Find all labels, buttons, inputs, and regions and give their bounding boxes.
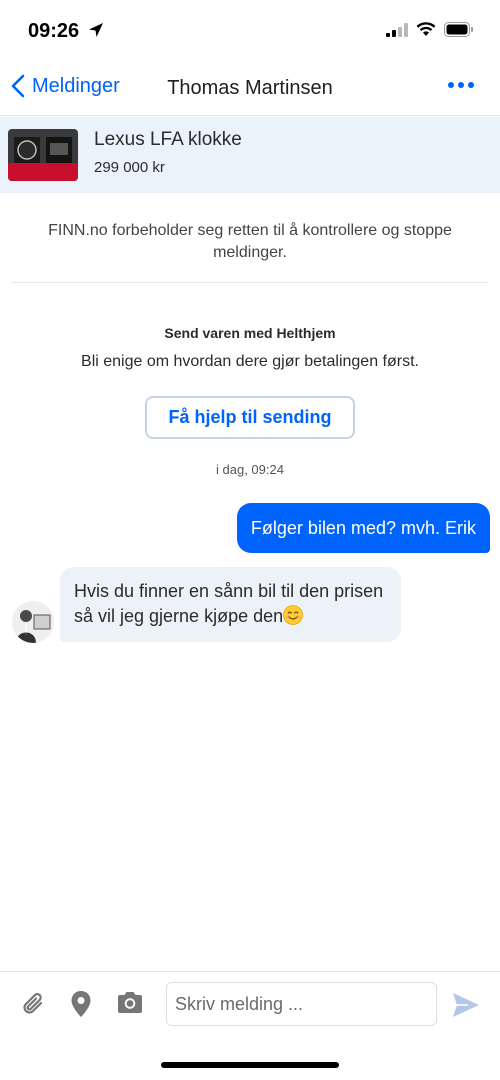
more-options-button[interactable] <box>448 82 474 88</box>
ad-thumbnail <box>8 129 78 181</box>
ad-card[interactable]: Lexus LFA klokke 299 000 kr <box>0 117 500 193</box>
navigation-bar: Meldinger Thomas Martinsen <box>0 62 500 116</box>
shipping-help-button[interactable]: Få hjelp til sending <box>145 396 355 439</box>
outgoing-message: Følger bilen med? mvh. Erik <box>236 503 490 553</box>
message-input[interactable] <box>166 982 437 1026</box>
wifi-icon <box>416 22 436 36</box>
status-icons <box>386 22 474 37</box>
battery-icon <box>444 22 473 37</box>
message-text: Hvis du finner en sånn bil til den prise… <box>74 581 384 626</box>
location-pin-icon[interactable] <box>70 990 92 1018</box>
ad-price: 299 000 kr <box>94 159 165 176</box>
message-text: Følger bilen med? mvh. Erik <box>250 518 476 538</box>
cellular-signal-icon <box>386 22 408 37</box>
smiling-face-icon <box>283 605 304 625</box>
status-time: 09:26 <box>28 20 80 42</box>
camera-icon[interactable] <box>116 990 144 1016</box>
avatar[interactable] <box>12 601 54 643</box>
paperclip-icon[interactable] <box>20 990 48 1018</box>
ad-title: Lexus LFA klokke <box>94 129 242 150</box>
message-composer <box>0 971 500 1041</box>
more-dots-icon <box>448 82 454 88</box>
shipping-text: Bli enige om hvordan dere gjør betalinge… <box>81 353 419 370</box>
home-indicator <box>161 1062 339 1068</box>
conversation-title: Thomas Martinsen <box>167 77 333 99</box>
divider <box>12 282 488 283</box>
incoming-message: Hvis du finner en sånn bil til den prise… <box>60 567 401 642</box>
message-timestamp: i dag, 09:24 <box>216 462 284 477</box>
moderation-disclaimer: FINN.no forbeholder seg retten til å kon… <box>48 222 452 261</box>
shipping-title: Send varen med Helthjem <box>164 325 336 341</box>
location-arrow-icon <box>89 23 103 37</box>
status-bar: 09:26 <box>0 0 500 62</box>
send-icon[interactable] <box>452 992 480 1018</box>
